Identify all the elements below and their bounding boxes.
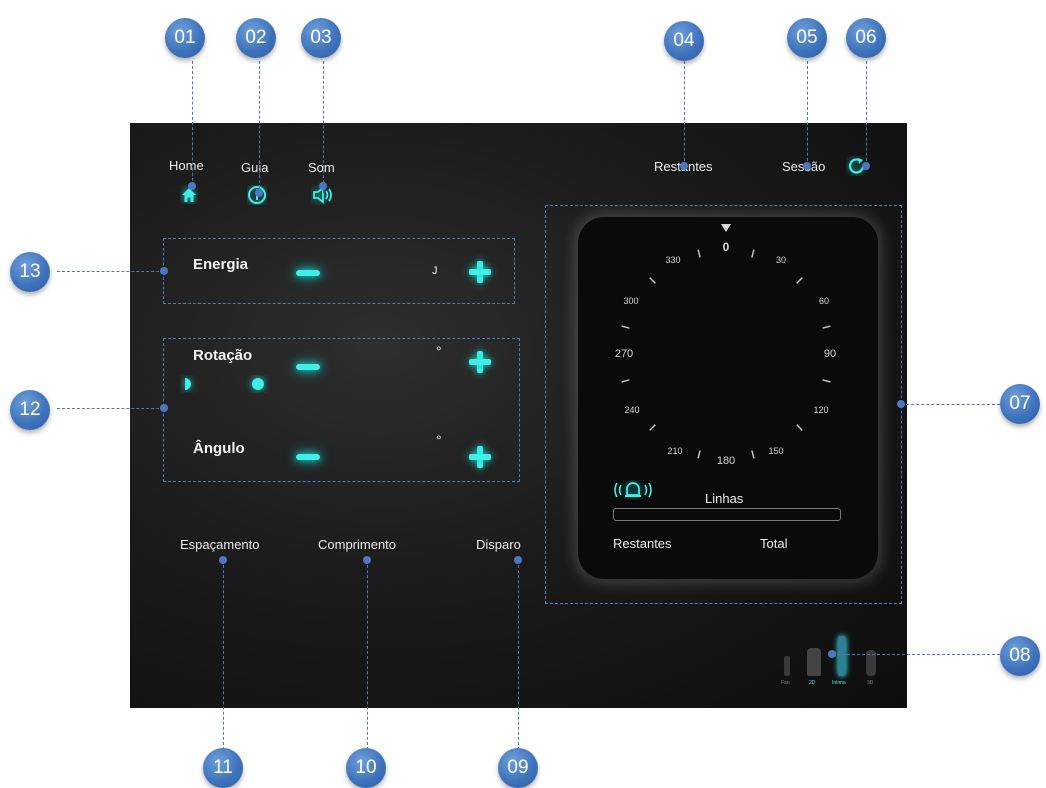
dial-tick [822, 379, 831, 383]
dial-number: 180 [716, 455, 736, 467]
dial-number: 30 [775, 255, 787, 265]
rotation-increase-button[interactable] [469, 351, 491, 373]
dial-number: 300 [623, 296, 639, 306]
callout-badge-07: 07 [1000, 384, 1040, 424]
home-label: Home [169, 158, 204, 173]
callout-line [259, 61, 260, 193]
dial-top-value: 0 [722, 240, 730, 254]
callout-badge-09: 09 [498, 748, 538, 788]
angle-label: Ângulo [193, 440, 245, 457]
callout-dot [897, 400, 905, 408]
angle-decrease-button[interactable] [296, 454, 320, 460]
dial-number: 90 [823, 348, 837, 360]
energy-decrease-button[interactable] [296, 270, 320, 276]
callout-line [807, 61, 808, 166]
dial-number: 330 [665, 255, 681, 265]
dial-number: 150 [768, 446, 784, 456]
callout-dot [514, 556, 522, 564]
tool-fan[interactable] [784, 656, 790, 676]
dial-tick [751, 249, 755, 258]
callout-dot [803, 162, 811, 170]
dial-number: 210 [667, 446, 683, 456]
spacing-label[interactable]: Espaçamento [180, 537, 260, 552]
callout-line [518, 560, 519, 750]
callout-line [832, 654, 1000, 655]
callout-dot [363, 556, 371, 564]
callout-badge-08: 08 [1000, 636, 1040, 676]
callout-badge-01: 01 [165, 18, 205, 58]
rotation-label: Rotação [193, 347, 253, 364]
dial-tick [649, 424, 656, 431]
energy-label: Energia [193, 256, 249, 273]
callout-line [323, 61, 324, 193]
callout-dot [862, 162, 870, 170]
callout-line [192, 61, 193, 186]
energy-unit: J [432, 265, 438, 277]
length-label[interactable]: Comprimento [318, 537, 396, 552]
alarm-bell-icon[interactable] [614, 480, 652, 500]
callout-badge-12: 12 [10, 390, 50, 430]
callout-dot [680, 162, 688, 170]
callout-dot [188, 182, 196, 190]
callout-badge-04: 04 [664, 21, 704, 61]
moon-phase-icon[interactable] [180, 375, 270, 393]
dial-tick [751, 450, 755, 459]
callout-line [57, 271, 164, 272]
tool-label-3d: 3D [867, 680, 874, 686]
callout-badge-03: 03 [301, 18, 341, 58]
dial-tick [697, 249, 701, 258]
dial-tick [621, 325, 630, 329]
dial-number: 60 [818, 296, 830, 306]
sound-label: Som [308, 160, 335, 175]
callout-dot [219, 556, 227, 564]
callout-line [901, 404, 1000, 405]
tool-label-2d: 2D [809, 680, 816, 686]
dial-tick [649, 277, 656, 284]
callout-badge-11: 11 [203, 748, 243, 788]
dial-tick [796, 424, 803, 431]
total-label: Total [760, 536, 788, 551]
lines-label: Linhas [705, 491, 744, 506]
dial-tick [822, 325, 831, 329]
energy-increase-button[interactable] [469, 261, 491, 283]
dial-number: 240 [624, 405, 640, 415]
dial-ticks [621, 249, 831, 459]
lines-progress-bar [613, 508, 841, 521]
tool-intima[interactable] [838, 636, 846, 676]
callout-badge-02: 02 [236, 18, 276, 58]
callout-badge-13: 13 [10, 252, 50, 292]
guide-label: Guia [241, 160, 269, 175]
tool-2d[interactable] [807, 648, 821, 676]
angle-increase-button[interactable] [469, 446, 491, 468]
callout-line [684, 61, 685, 166]
dial-tick [621, 379, 630, 383]
callout-line [367, 560, 368, 750]
callout-dot [160, 404, 168, 412]
callout-dot [160, 267, 168, 275]
pointer-icon [721, 224, 731, 232]
dial-tick [796, 277, 803, 284]
trigger-label[interactable]: Disparo [476, 537, 521, 552]
callout-dot [828, 650, 836, 658]
callout-badge-06: 06 [846, 18, 886, 58]
callout-dot [319, 182, 327, 190]
callout-dot [255, 189, 263, 197]
rotation-unit: ° [436, 343, 442, 359]
callout-badge-10: 10 [346, 748, 386, 788]
dial-remaining-label: Restantes [613, 536, 672, 551]
dial-number: 270 [614, 348, 634, 360]
callout-line [57, 408, 164, 409]
dial-tick [697, 450, 701, 459]
callout-badge-05: 05 [787, 18, 827, 58]
angle-unit: ° [436, 432, 442, 448]
tool-label-fan: Fan [781, 680, 790, 686]
callout-line [223, 560, 224, 750]
callout-line [866, 61, 867, 166]
tool-label-intima: Intima [832, 680, 846, 686]
dial-number: 120 [813, 405, 829, 415]
rotation-decrease-button[interactable] [296, 364, 320, 370]
